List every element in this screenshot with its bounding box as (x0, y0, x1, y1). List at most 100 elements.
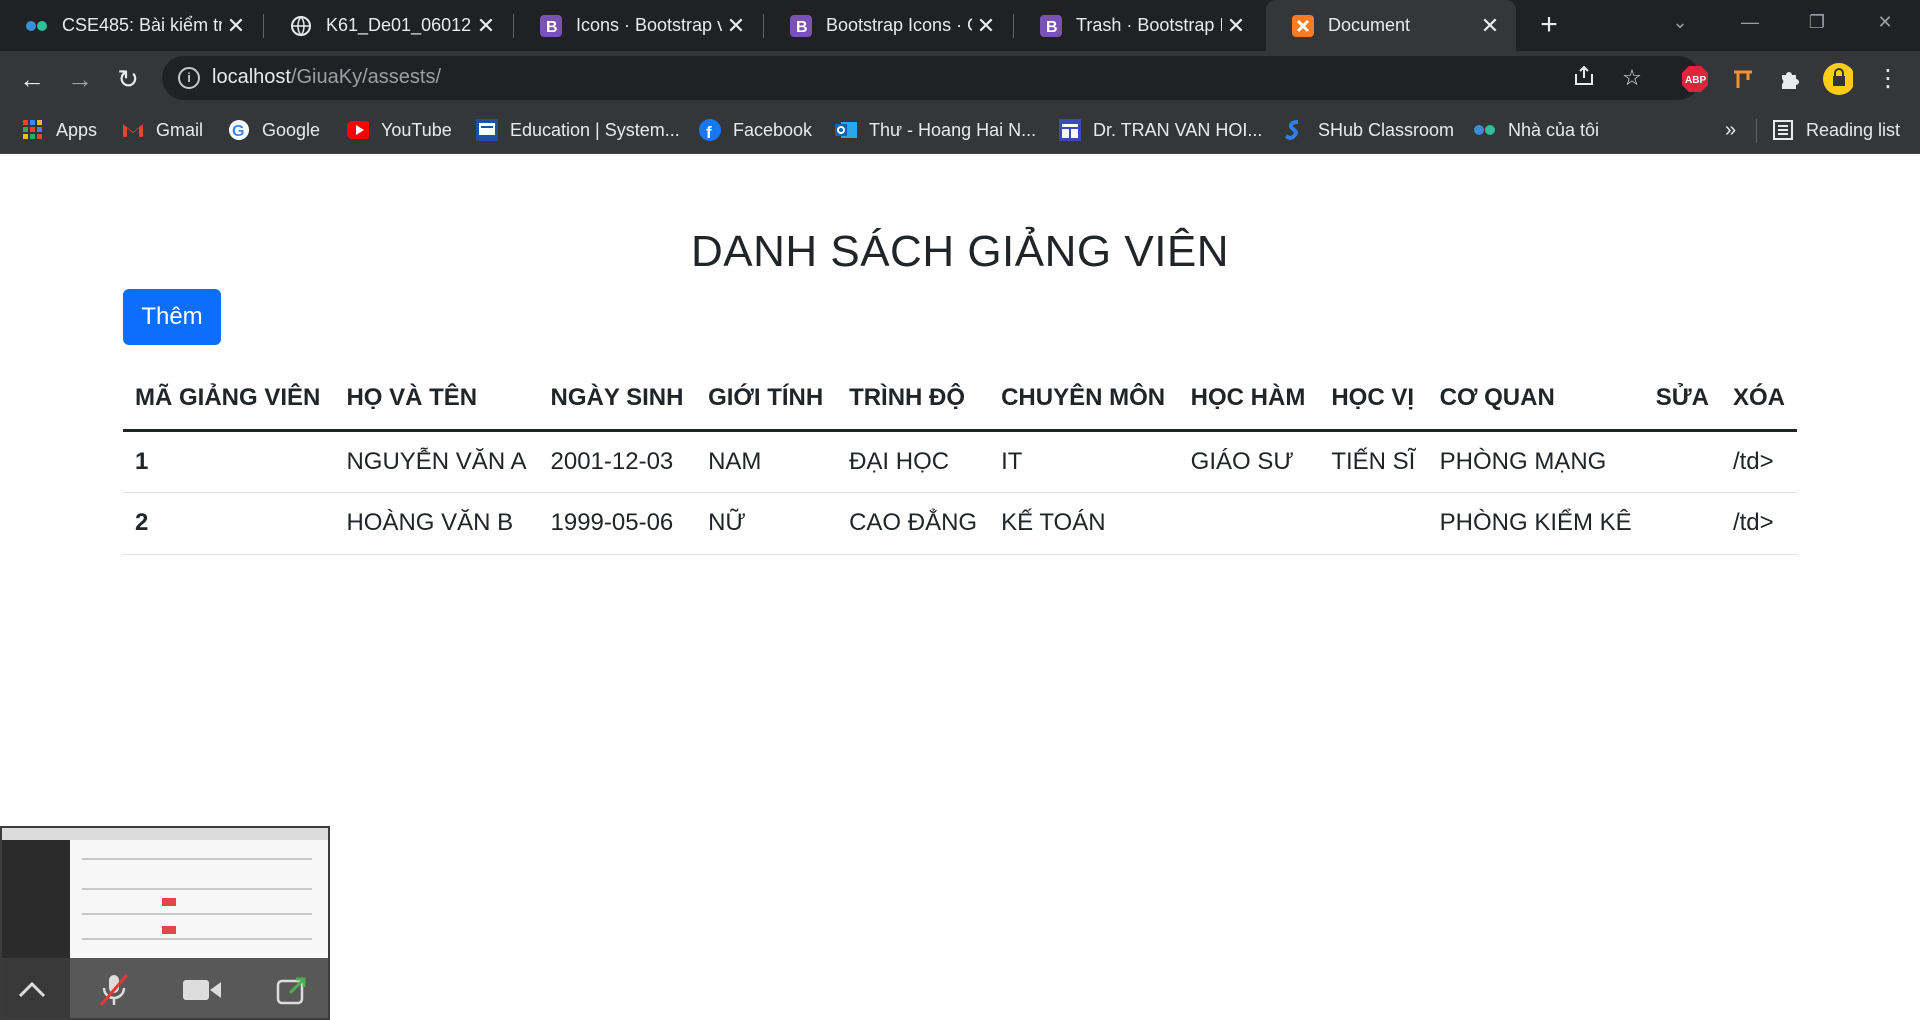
video-camera-icon[interactable] (182, 972, 222, 1008)
cell-edit[interactable] (1643, 430, 1721, 493)
close-icon[interactable]: ✕ (222, 13, 250, 39)
bookmark-label: Google (262, 119, 321, 140)
facebook-icon: f (699, 119, 721, 141)
site-info-icon[interactable]: i (178, 67, 200, 89)
url-host: localhost (212, 66, 291, 88)
youtube-icon (347, 119, 369, 141)
puzzle-extensions-icon[interactable] (1775, 64, 1805, 94)
window-close-icon[interactable]: ✕ (1855, 0, 1915, 45)
calendar-icon (1059, 119, 1081, 141)
tab-document[interactable]: Document ✕ (1266, 0, 1516, 51)
bookmark-nha-cua-toi[interactable]: Nhà của tôi (1474, 106, 1599, 154)
bookmark-outlook[interactable]: Thư - Hoang Hai N... (835, 106, 1036, 154)
bookmark-label: Nhà của tôi (1508, 119, 1600, 140)
bookmark-facebook[interactable]: f Facebook (699, 106, 812, 154)
reading-list-icon (1772, 119, 1794, 141)
cell-edit[interactable] (1643, 492, 1721, 555)
tab-cse485[interactable]: CSE485: Bài kiểm tra ✕ (0, 0, 262, 51)
navigation-toolbar: ← → ↻ i localhost/GiuaKy/assests/ ☆ ABP … (0, 51, 1920, 106)
cell-academic-title (1178, 492, 1320, 555)
bookmarks-divider (1756, 119, 1757, 143)
bootstrap-icon: B (790, 14, 812, 37)
column-header: HỌC HÀM (1178, 368, 1320, 432)
new-tab-button[interactable]: + (1530, 6, 1568, 44)
close-icon[interactable]: ✕ (972, 13, 1000, 39)
bookmark-label: Gmail (156, 119, 204, 140)
bookmarks-overflow-button[interactable]: » (1725, 106, 1736, 154)
tab-title: CSE485: Bài kiểm tra (62, 15, 222, 35)
column-header: GIỚI TÍNH (696, 368, 838, 432)
tab-title: Bootstrap Icons · Of (826, 15, 972, 35)
restore-icon[interactable]: ❐ (1787, 0, 1847, 45)
bookmark-education[interactable]: Education | System... (476, 106, 680, 154)
svg-text:ABP: ABP (1685, 75, 1706, 86)
bootstrap-icon: B (540, 14, 562, 37)
close-icon[interactable]: ✕ (1222, 13, 1250, 39)
gmail-icon (122, 119, 144, 141)
profile-avatar[interactable] (1823, 63, 1853, 95)
cell-name: NGUYỄN VĂN A (334, 430, 539, 493)
outlook-icon (835, 119, 857, 141)
reading-list-button[interactable]: Reading list (1772, 106, 1900, 154)
teams-dots-icon (26, 15, 48, 37)
lecturer-table: MÃ GIẢNG VIÊN HỌ VÀ TÊN NGÀY SINH GIỚI T… (123, 368, 1797, 555)
bookmark-gmail[interactable]: Gmail (122, 106, 203, 154)
bookmark-youtube[interactable]: YouTube (347, 106, 452, 154)
cell-academic-title: GIÁO SƯ (1178, 430, 1320, 493)
svg-text:B: B (796, 19, 808, 36)
cell-delete[interactable]: /td> (1720, 492, 1797, 555)
reload-icon[interactable]: ↻ (110, 61, 146, 97)
tab-icons-bootstrap[interactable]: B Icons · Bootstrap v5 ✕ (514, 0, 762, 51)
bookmark-label: YouTube (381, 119, 452, 140)
education-icon (476, 119, 498, 141)
bookmark-shub[interactable]: SHub Classroom (1284, 106, 1454, 154)
bookmark-star-icon[interactable]: ☆ (1618, 64, 1646, 92)
share-icon[interactable] (1570, 64, 1598, 92)
bookmarks-bar: Apps Gmail G Google YouTube Education | … (0, 106, 1920, 154)
cell-office: PHÒNG MẠNG (1427, 430, 1644, 493)
tab-search-icon[interactable]: ⌄ (1650, 0, 1710, 45)
chevron-up-icon[interactable] (12, 972, 52, 1008)
cell-level: CAO ĐẲNG (837, 492, 990, 555)
table-row: 2 HOÀNG VĂN B 1999-05-06 NỮ CAO ĐẲNG KẾ … (123, 492, 1797, 555)
bookmark-dr-tran[interactable]: Dr. TRAN VAN HOI... (1059, 106, 1262, 154)
adblock-plus-icon[interactable]: ABP (1680, 64, 1710, 94)
add-button[interactable]: Thêm (123, 289, 221, 345)
column-header: HỌ VÀ TÊN (334, 368, 539, 432)
microphone-muted-icon[interactable] (94, 972, 134, 1008)
meeting-screen-share-thumbnail[interactable] (0, 826, 330, 1020)
apps-grid-icon (22, 119, 44, 141)
column-header: TRÌNH ĐỘ (837, 368, 990, 432)
table-row: 1 NGUYỄN VĂN A 2001-12-03 NAM ĐẠI HỌC IT… (123, 430, 1797, 493)
url-text[interactable]: localhost/GiuaKy/assests/ (212, 66, 441, 89)
tab-trash-bootstrap[interactable]: B Trash · Bootstrap Ic ✕ (1014, 0, 1262, 51)
bookmark-apps[interactable]: Apps (22, 106, 97, 154)
extension-icon[interactable] (1728, 64, 1758, 94)
cell-id: 1 (123, 430, 335, 493)
cell-level: ĐẠI HỌC (837, 430, 990, 493)
cell-delete[interactable]: /td> (1720, 430, 1797, 493)
back-arrow-icon[interactable]: ← (14, 61, 50, 97)
share-screen-icon[interactable] (272, 972, 312, 1008)
table-header-row: MÃ GIẢNG VIÊN HỌ VÀ TÊN NGÀY SINH GIỚI T… (123, 368, 1797, 432)
url-path: /GiuaKy/assests/ (290, 66, 441, 88)
close-icon[interactable]: ✕ (722, 13, 750, 39)
column-header: NGÀY SINH (538, 368, 697, 432)
xampp-icon (1292, 14, 1314, 37)
cell-birthdate: 2001-12-03 (538, 430, 697, 493)
tab-k61[interactable]: K61_De01_060122.p ✕ (264, 0, 512, 51)
bootstrap-icon: B (1040, 14, 1062, 37)
menu-kebab-icon[interactable]: ⋮ (1870, 61, 1906, 97)
cell-gender: NAM (696, 430, 838, 493)
cell-degree: TIẾN SĨ (1319, 430, 1428, 493)
bookmark-google[interactable]: G Google (228, 106, 320, 154)
tab-bootstrap-icons[interactable]: B Bootstrap Icons · Of ✕ (764, 0, 1012, 51)
close-icon[interactable]: ✕ (1476, 13, 1504, 39)
minimize-icon[interactable]: — (1720, 0, 1780, 45)
bookmark-label: Dr. TRAN VAN HOI... (1093, 119, 1263, 140)
close-icon[interactable]: ✕ (472, 13, 500, 39)
bookmark-label: Thư - Hoang Hai N... (869, 119, 1037, 140)
address-bar[interactable]: i localhost/GiuaKy/assests/ ☆ (162, 56, 1700, 100)
bookmark-label: Education | System... (510, 119, 680, 140)
forward-arrow-icon[interactable]: → (62, 61, 98, 97)
